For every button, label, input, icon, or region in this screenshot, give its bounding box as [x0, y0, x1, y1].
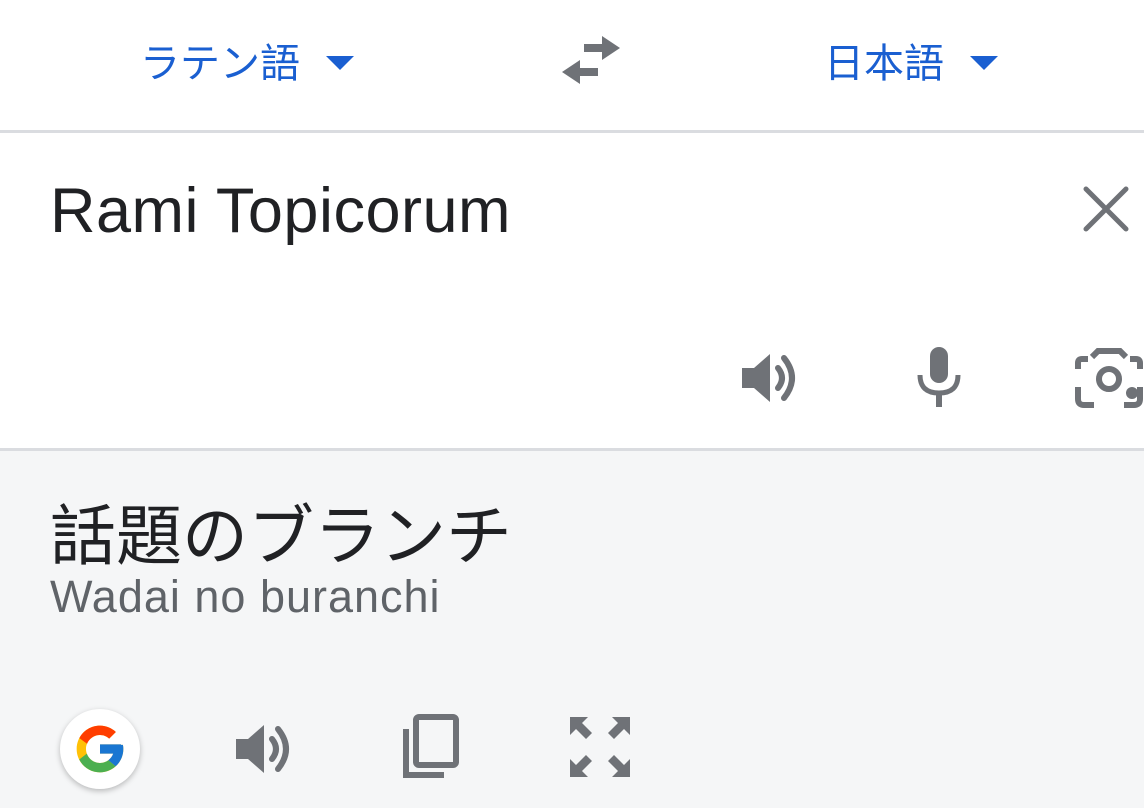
translated-text: 話題のブランチ [50, 498, 512, 575]
microphone-icon[interactable] [914, 345, 964, 411]
source-input-panel[interactable]: Rami Topicorum [0, 133, 1144, 448]
camera-lens-icon[interactable] [1074, 347, 1144, 409]
source-language-selector[interactable]: ラテン語 [140, 30, 354, 90]
source-language-label: ラテン語 [140, 41, 300, 87]
target-language-selector[interactable]: 日本語 [824, 30, 998, 90]
google-logo-icon [76, 725, 124, 773]
source-text[interactable]: Rami Topicorum [50, 175, 511, 247]
dropdown-arrow-icon [970, 56, 998, 70]
copy-icon[interactable] [400, 713, 462, 781]
speaker-icon[interactable] [232, 717, 298, 781]
speaker-icon[interactable] [738, 346, 804, 410]
target-language-label: 日本語 [824, 41, 944, 87]
dropdown-arrow-icon [326, 56, 354, 70]
clear-icon[interactable] [1080, 183, 1132, 235]
language-bar: ラテン語 日本語 [0, 0, 1144, 130]
swap-languages-icon[interactable] [558, 32, 624, 88]
google-search-button[interactable] [60, 709, 140, 789]
romanization-text: Wadai no buranchi [50, 571, 441, 622]
translation-output-panel: 話題のブランチ Wadai no buranchi [0, 451, 1144, 808]
fullscreen-icon[interactable] [568, 715, 632, 779]
